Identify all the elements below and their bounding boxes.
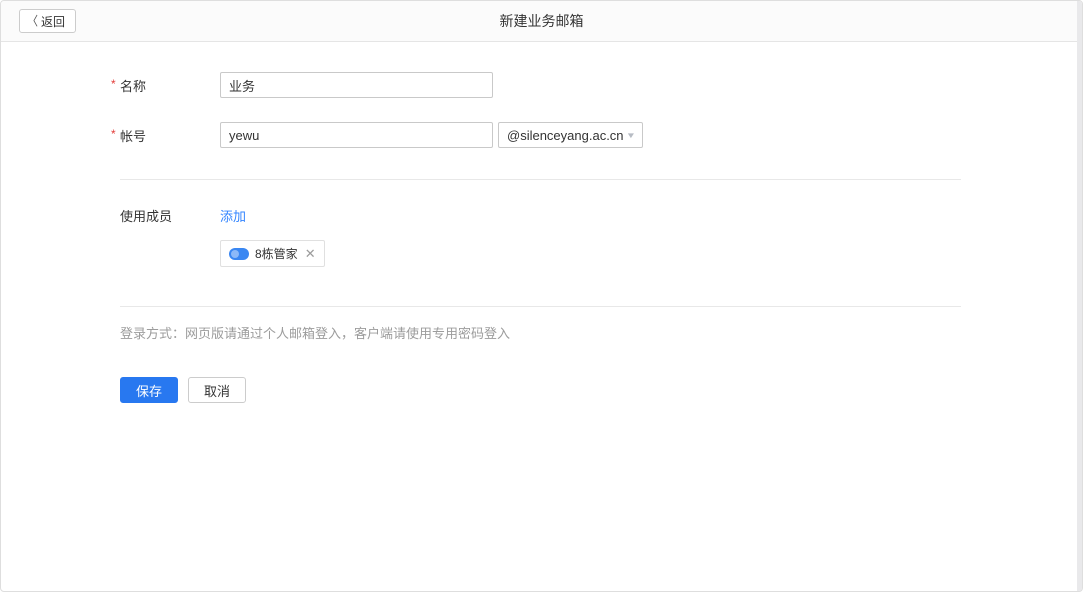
scrollbar[interactable]: [1077, 1, 1082, 591]
page-title: 新建业务邮箱: [1, 1, 1082, 42]
required-asterisk: *: [111, 77, 116, 91]
remove-member-icon[interactable]: ✕: [305, 247, 316, 260]
name-input[interactable]: [220, 72, 493, 98]
account-label: 帐号: [120, 129, 146, 144]
name-label-cell: * 名称: [109, 76, 220, 95]
mailbox-form: * 名称 * 帐号 @silenceyang.ac.cn ▼ 使用成员 添加: [1, 72, 1082, 403]
name-label: 名称: [120, 79, 146, 94]
members-label: 使用成员: [120, 209, 172, 224]
chevron-down-icon: ▼: [626, 131, 636, 140]
account-label-cell: * 帐号: [109, 126, 220, 145]
form-actions: 保存 取消: [120, 377, 1082, 403]
member-tag: 8栋管家 ✕: [220, 240, 325, 267]
account-row: * 帐号 @silenceyang.ac.cn ▼: [109, 122, 1082, 148]
login-method-note: 登录方式：网页版请通过个人邮箱登入，客户端请使用专用密码登入: [120, 326, 510, 341]
cancel-button[interactable]: 取消: [188, 377, 246, 403]
name-row: * 名称: [109, 72, 1082, 98]
add-member-link[interactable]: 添加: [220, 206, 246, 225]
members-row: 使用成员 添加: [109, 206, 1082, 225]
save-button[interactable]: 保存: [120, 377, 178, 403]
account-input[interactable]: [220, 122, 493, 148]
member-tag-row: 8栋管家 ✕: [109, 240, 1082, 267]
back-chevron-icon: 〈: [27, 12, 38, 30]
note-row: 登录方式：网页版请通过个人邮箱登入，客户端请使用专用密码登入: [120, 324, 1082, 344]
back-button-label: 返回: [41, 13, 65, 30]
members-label-cell: 使用成员: [109, 206, 220, 225]
group-tag-icon: [229, 248, 249, 260]
new-business-mailbox-page: 〈 返回 新建业务邮箱 * 名称 * 帐号 @silenceyang.ac.cn…: [0, 0, 1083, 592]
domain-selected-value: @silenceyang.ac.cn: [507, 128, 624, 143]
page-header: 〈 返回 新建业务邮箱: [1, 1, 1082, 42]
section-divider: [120, 306, 961, 307]
back-button[interactable]: 〈 返回: [19, 9, 76, 33]
required-asterisk: *: [111, 127, 116, 141]
domain-select[interactable]: @silenceyang.ac.cn ▼: [498, 122, 643, 148]
member-tag-label: 8栋管家: [255, 245, 298, 262]
section-divider: [120, 179, 961, 180]
